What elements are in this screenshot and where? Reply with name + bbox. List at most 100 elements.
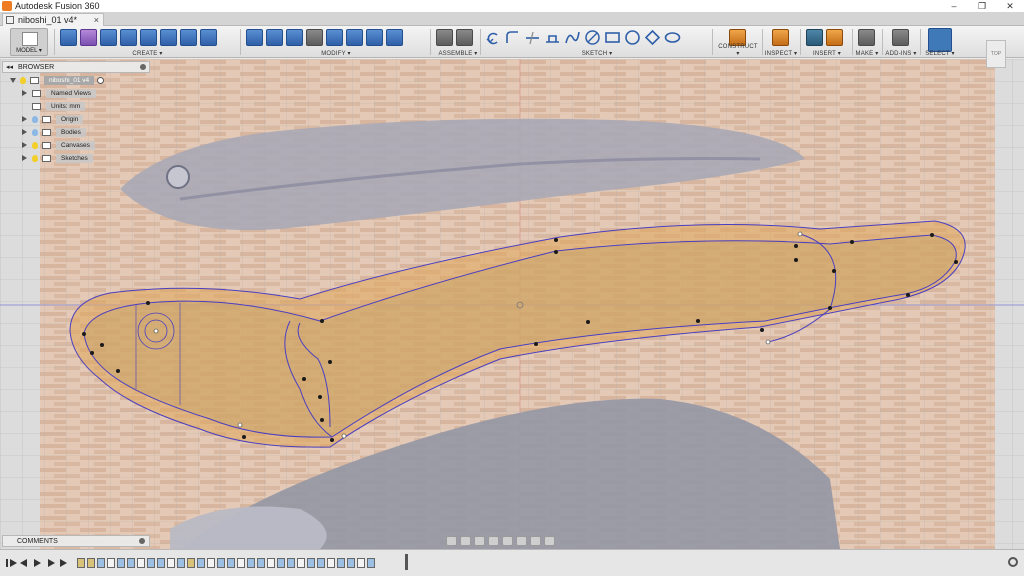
browser-panel-header[interactable]: ◂◂ BROWSER [2,61,150,73]
make-menu[interactable]: MAKE ▾ [854,50,880,57]
fit-icon[interactable] [502,536,513,546]
timeline-feature[interactable] [97,558,105,568]
visibility-bulb-icon[interactable] [32,141,38,149]
workspace-switcher-button[interactable]: MODEL ▾ [10,28,48,56]
box-icon[interactable] [60,29,77,46]
tree-item-canvases[interactable]: Canvases [22,140,95,150]
hole-icon[interactable] [180,29,197,46]
loft-icon[interactable] [140,29,157,46]
collapse-icon[interactable]: ◂◂ [6,63,13,71]
timeline-feature[interactable] [277,558,285,568]
expand-icon[interactable] [22,142,28,148]
visibility-bulb-icon[interactable] [32,154,38,162]
timeline-feature[interactable] [227,558,235,568]
split-body-icon[interactable] [366,29,383,46]
visibility-bulb-icon[interactable] [32,128,38,136]
tree-item-label[interactable]: Units: mm [46,101,86,111]
timeline-feature[interactable] [367,558,375,568]
spline-icon[interactable] [564,29,581,46]
timeline-feature[interactable] [327,558,335,568]
add-ins-menu[interactable]: ADD-INS ▾ [884,50,918,57]
timeline-feature[interactable] [157,558,165,568]
scale-icon[interactable] [386,29,403,46]
play-button[interactable] [34,559,41,567]
assemble-menu[interactable]: ASSEMBLE ▾ [436,50,480,57]
add-comment-icon[interactable] [139,538,145,544]
scripts-icon[interactable] [892,29,909,46]
root-component-label[interactable]: niboshi_01 v4 [44,75,95,85]
trim-icon[interactable] [524,29,541,46]
tab-close-button[interactable]: × [94,15,103,25]
timeline-feature[interactable] [137,558,145,568]
offset-icon[interactable] [544,29,561,46]
polygon-icon[interactable] [644,29,661,46]
document-tab[interactable]: niboshi_01 v4* × [2,13,104,26]
timeline-feature[interactable] [237,558,245,568]
timeline-feature[interactable] [207,558,215,568]
circle-icon[interactable] [624,29,641,46]
eye-center-point[interactable] [153,328,159,334]
view-cube[interactable]: TOP [986,40,1006,68]
timeline-start-button[interactable] [6,559,17,567]
orbit-icon[interactable] [446,536,457,546]
tree-item-label[interactable]: Canvases [56,140,95,150]
timeline-feature[interactable] [257,558,265,568]
viewports-icon[interactable] [544,536,555,546]
create-form-icon[interactable] [80,29,97,46]
pin-icon[interactable] [140,64,146,70]
timeline-feature[interactable] [267,558,275,568]
extrude-icon[interactable] [160,29,177,46]
insert-svg-icon[interactable] [826,29,843,46]
revolve-icon[interactable] [100,29,117,46]
tree-root[interactable]: niboshi_01 v4 [10,75,105,85]
timeline-feature[interactable] [167,558,175,568]
joint-icon[interactable] [456,29,473,46]
chamfer-icon[interactable] [286,29,303,46]
line-icon[interactable] [584,29,601,46]
step-forward-button[interactable] [48,559,55,567]
select-menu[interactable]: SELECT ▾ [922,50,958,57]
zoom-icon[interactable] [488,536,499,546]
timeline-marker[interactable] [405,554,408,570]
timeline-feature[interactable] [287,558,295,568]
shell-icon[interactable] [326,29,343,46]
insert-menu[interactable]: INSERT ▾ [804,50,850,57]
viewport-canvas[interactable] [0,59,1024,549]
combine-icon[interactable] [346,29,363,46]
move-icon[interactable] [306,29,323,46]
modify-menu[interactable]: MODIFY ▾ [246,50,426,57]
tree-item-units[interactable]: Units: mm [32,101,86,111]
tree-item-named-views[interactable]: Named Views [22,88,96,98]
new-component-icon[interactable] [436,29,453,46]
construct-menu[interactable]: CONSTRUCT ▾ [716,44,760,57]
3d-print-icon[interactable] [858,29,875,46]
timeline-feature[interactable] [357,558,365,568]
timeline-feature[interactable] [247,558,255,568]
timeline-feature[interactable] [307,558,315,568]
timeline-feature[interactable] [337,558,345,568]
tree-item-sketches[interactable]: Sketches [22,153,93,163]
activate-radio[interactable] [97,76,105,84]
ellipse-icon[interactable] [664,29,681,46]
inspect-menu[interactable]: INSPECT ▾ [764,50,798,57]
visibility-bulb-icon[interactable] [20,76,26,84]
create-menu[interactable]: CREATE ▾ [60,50,235,57]
timeline-feature[interactable] [77,558,85,568]
press-pull-icon[interactable] [246,29,263,46]
sketch-menu[interactable]: SKETCH ▾ [484,50,710,57]
timeline-feature[interactable] [117,558,125,568]
pan-icon[interactable] [474,536,485,546]
expand-icon[interactable] [22,129,28,135]
timeline-feature[interactable] [107,558,115,568]
timeline-feature[interactable] [147,558,155,568]
timeline-feature[interactable] [177,558,185,568]
expand-icon[interactable] [22,155,28,161]
timeline-feature[interactable] [87,558,95,568]
timeline-feature[interactable] [347,558,355,568]
tree-item-bodies[interactable]: Bodies [22,127,86,137]
display-settings-icon[interactable] [516,536,527,546]
timeline-end-button[interactable] [60,559,67,567]
expand-icon[interactable] [10,77,16,83]
expand-icon[interactable] [22,116,28,122]
fillet-sketch-icon[interactable] [504,29,521,46]
